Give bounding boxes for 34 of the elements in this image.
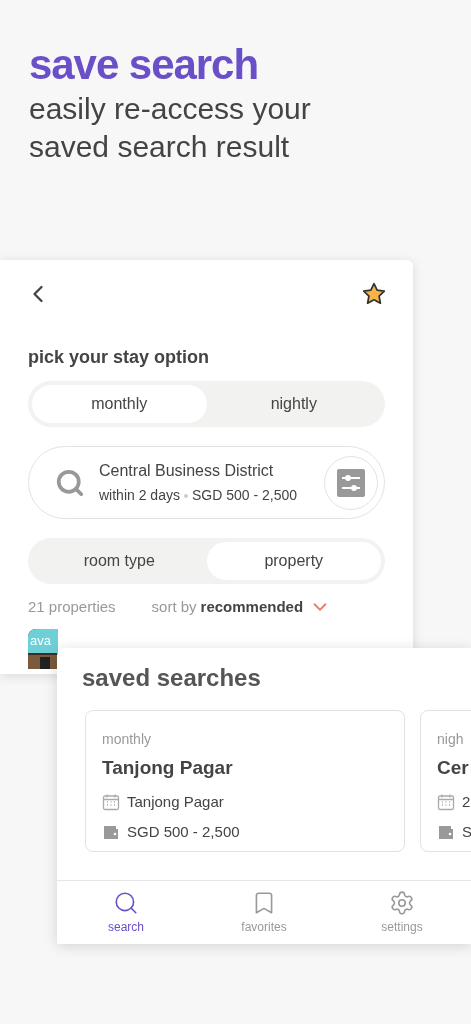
segment-tab[interactable]: property bbox=[206, 542, 381, 580]
saved-search-price: SGD 500 - 2,500 bbox=[127, 822, 240, 842]
saved-search-price: S bbox=[462, 822, 471, 842]
wallet-icon bbox=[437, 823, 455, 842]
star-icon[interactable] bbox=[361, 281, 387, 307]
page-subtitle: easily re-access your saved search result bbox=[29, 91, 312, 165]
segment-tab[interactable]: nightly bbox=[206, 385, 381, 423]
search-price: SGD 500 - 2,500 bbox=[191, 486, 297, 505]
stay-label: pick your stay option bbox=[28, 346, 211, 369]
saved-search-detail: 2 bbox=[462, 791, 471, 812]
availability-badge: ava bbox=[28, 628, 58, 653]
stay-type: nigh bbox=[437, 730, 465, 749]
page-title: save search bbox=[29, 40, 259, 90]
search-icon bbox=[55, 467, 85, 498]
nav-tab[interactable]: search bbox=[57, 881, 195, 944]
segment-tab[interactable]: monthly bbox=[32, 385, 207, 423]
saved-searches-title: saved searches bbox=[81, 663, 262, 693]
calendar-icon bbox=[437, 792, 455, 811]
calendar-icon bbox=[102, 792, 120, 811]
sort-value[interactable]: recommended bbox=[200, 596, 304, 619]
result-count: 21 properties bbox=[28, 597, 116, 617]
saved-search-name: Tanjong Pagar bbox=[102, 756, 234, 780]
saved-search-card[interactable]: monthly Tanjong Pagar Tanjong Pagar SGD 500 - 2,500 bbox=[85, 710, 405, 852]
search-when: within 2 days bbox=[99, 486, 180, 505]
sliders-icon bbox=[337, 468, 365, 497]
stay-type: monthly bbox=[102, 730, 153, 749]
settings-icon bbox=[389, 889, 415, 916]
saved-search-card[interactable]: nigh Cer 2 S bbox=[420, 710, 471, 852]
wallet-icon bbox=[102, 823, 120, 842]
segment-tab[interactable]: room type bbox=[32, 542, 207, 580]
saved-search-detail: Tanjong Pagar bbox=[127, 791, 224, 812]
search-location: Central Business District bbox=[99, 461, 275, 481]
saved-search-name: Cer bbox=[437, 756, 470, 780]
sort-label: sort by bbox=[151, 597, 197, 617]
